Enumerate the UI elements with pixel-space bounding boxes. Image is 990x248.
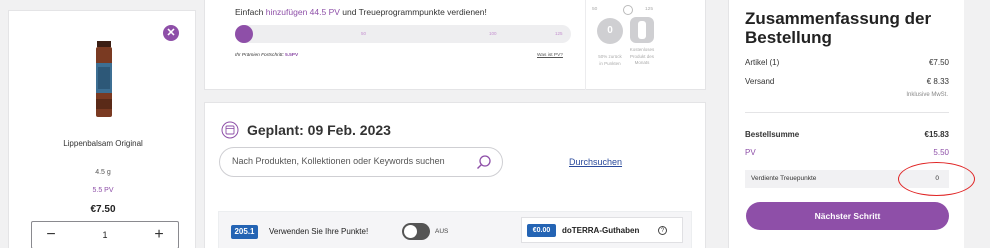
quantity-stepper: − 1 + xyxy=(31,221,179,248)
total-value: €15.83 xyxy=(924,130,949,139)
use-points-toggle[interactable] xyxy=(402,223,430,240)
shipping-label: Versand xyxy=(745,77,775,86)
summary-title: Zusammenfassung der Bestellung xyxy=(745,9,932,47)
progress-caption-label: Ihr Prämien Fortschritt: xyxy=(235,53,286,58)
product-name: Lippenbalsam Original xyxy=(63,139,143,148)
annotation-highlight-circle xyxy=(898,162,975,196)
loyalty-header-highlight: hinzufügen 44.5 PV xyxy=(265,7,340,17)
free-product-line: Monats xyxy=(634,60,650,65)
calendar-icon xyxy=(221,121,239,139)
points-options-bar: 205.1 Verwenden Sie Ihre Punkte! AUS €0.… xyxy=(218,211,692,248)
points-balance-badge: 205.1 xyxy=(231,225,258,239)
loyalty-header-prefix: Einfach xyxy=(235,7,266,17)
product-price: €7.50 xyxy=(90,204,116,215)
browse-link[interactable]: Durchsuchen xyxy=(569,157,622,167)
decrease-quantity-button[interactable]: − xyxy=(42,226,60,244)
product-search-box xyxy=(219,147,503,177)
reward-divider xyxy=(585,0,586,90)
pv-progress-bar: 50 100 125 xyxy=(235,25,571,43)
planned-date-title: Geplant: 09 Feb. 2023 xyxy=(247,122,391,138)
credit-label: doTERRA-Guthaben xyxy=(562,226,640,235)
pv-value: 5.50 xyxy=(933,148,949,157)
progress-caption: Ihr Prämien Fortschritt: 5.5PV xyxy=(235,53,298,58)
reward-progress-ring-icon xyxy=(623,5,633,15)
loyalty-header-suffix: und Treueprogrammpunkte verdienen! xyxy=(339,7,487,17)
free-product-text: Kostenloses Produkt des Monats xyxy=(621,47,663,67)
cart-product-card: ✕ Lippenbalsam Original 4.5 g 5.5 PV €7.… xyxy=(8,10,196,248)
what-is-pv-link[interactable]: Was ist PV? xyxy=(537,53,563,58)
progress-tick-label: 50 xyxy=(361,31,367,36)
next-step-button[interactable]: Nächster Schritt xyxy=(746,202,949,230)
earned-points-label: Verdiente Treuepunkte xyxy=(751,175,817,182)
total-label: Bestellsumme xyxy=(745,130,800,139)
pv-progress-fill xyxy=(235,25,253,43)
items-value: €7.50 xyxy=(928,58,949,67)
free-product-icon xyxy=(630,17,654,43)
reward-threshold-label: 50 xyxy=(592,7,598,12)
progress-tick-label: 100 xyxy=(489,31,497,36)
points-reward-icon: 0 xyxy=(597,18,623,44)
search-icon[interactable] xyxy=(476,154,492,170)
doterra-credit-box: €0.00 doTERRA-Guthaben ? xyxy=(521,217,683,243)
progress-caption-value: 5.5PV xyxy=(285,53,299,58)
summary-pv-row: PV 5.50 xyxy=(745,148,949,157)
summary-items-row: Artikel (1) €7.50 xyxy=(745,58,949,67)
tax-note: Inklusive MwSt. xyxy=(906,92,948,98)
info-icon[interactable]: ? xyxy=(658,226,667,235)
reward-threshold-label: 125 xyxy=(645,7,654,12)
summary-total-row: Bestellsumme €15.83 xyxy=(745,130,949,139)
product-pv: 5.5 PV xyxy=(92,187,114,194)
quantity-value[interactable]: 1 xyxy=(102,230,107,240)
remove-product-button[interactable]: ✕ xyxy=(163,25,179,41)
product-size: 4.5 g xyxy=(95,169,111,176)
shipping-value: € 8.33 xyxy=(926,77,949,86)
product-image xyxy=(96,41,112,117)
loyalty-header: Einfach hinzufügen 44.5 PV und Treueprog… xyxy=(235,7,487,17)
search-input[interactable] xyxy=(232,156,472,166)
summary-shipping-row: Versand € 8.33 xyxy=(745,77,949,86)
use-points-label: Verwenden Sie Ihre Punkte! xyxy=(269,227,369,236)
credit-balance-badge: €0.00 xyxy=(527,224,556,237)
progress-tick-label: 125 xyxy=(555,31,563,36)
order-summary-panel: Zusammenfassung der Bestellung Artikel (… xyxy=(728,0,964,248)
pv-label: PV xyxy=(745,148,756,157)
toggle-state-label: AUS xyxy=(435,228,449,235)
items-label: Artikel (1) xyxy=(745,58,780,67)
loyalty-progress-card: Einfach hinzufügen 44.5 PV und Treueprog… xyxy=(204,0,706,90)
summary-divider xyxy=(745,112,949,113)
planned-order-card: Geplant: 09 Feb. 2023 Durchsuchen 205.1 … xyxy=(204,102,706,248)
increase-quantity-button[interactable]: + xyxy=(150,226,168,244)
